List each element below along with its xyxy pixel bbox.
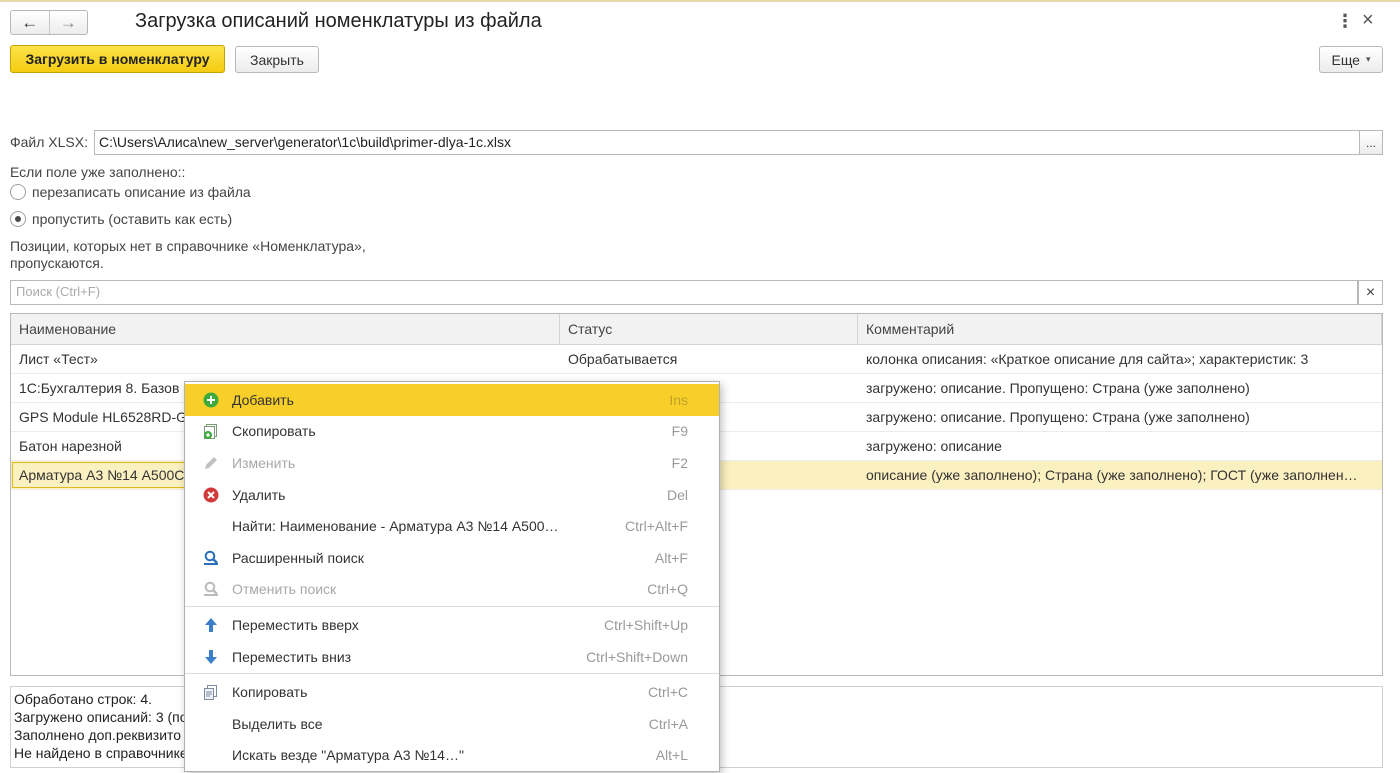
close-window-icon[interactable]: × [1362,9,1374,32]
menu-item-shortcut: F9 [671,423,688,440]
cell-comment: колонка описания: «Краткое описание для … [866,351,1309,367]
note-line-1: Позиции, которых нет в справочнике «Номе… [10,238,366,254]
search-icon [201,548,221,568]
table-row[interactable]: Лист «Тест» Обрабатывается колонка описа… [11,345,1382,374]
column-header-status[interactable]: Статус [560,314,858,344]
menu-item-label: Удалить [232,486,286,503]
menu-item-edit: Изменить F2 [185,447,719,479]
menu-item-add[interactable]: Добавить Ins [185,384,719,416]
column-header-comment[interactable]: Комментарий [858,314,1382,344]
clear-search-icon[interactable]: × [1358,280,1383,305]
chevron-down-icon: ▾ [1365,54,1371,64]
overwrite-question-label: Если поле уже заполнено:: [10,164,186,180]
arrow-up-icon [201,615,221,635]
copy-icon [201,682,221,702]
load-into-nomenclature-button[interactable]: Загрузить в номенклатуру [10,45,225,73]
note-line-2: пропускаются. [10,255,104,271]
menu-item-select-all[interactable]: Выделить все Ctrl+A [185,708,719,740]
file-label: Файл XLSX: [10,134,88,150]
menu-item-move-down[interactable]: Переместить вниз Ctrl+Shift+Down [185,641,719,673]
menu-item-move-up[interactable]: Переместить вверх Ctrl+Shift+Up [185,609,719,641]
menu-item-shortcut: Ctrl+Q [647,581,688,598]
column-header-name[interactable]: Наименование [11,314,560,344]
menu-item-shortcut: Ctrl+Shift+Up [603,616,688,633]
cell-comment: загружено: описание [866,438,1002,454]
pencil-icon [201,453,221,473]
navigation-buttons: ← → [10,10,88,35]
cell-comment: описание (уже заполнено); Страна (уже за… [866,467,1358,483]
menu-separator [185,673,719,675]
menu-item-shortcut: Ctrl+Shift+Down [586,648,688,665]
add-icon [201,390,221,410]
menu-item-advanced-search[interactable]: Расширенный поиск Alt+F [185,542,719,574]
file-select-button[interactable]: ... [1359,130,1383,155]
menu-item-label: Переместить вверх [232,616,359,633]
radio-skip-label: пропустить (оставить как есть) [32,211,233,227]
menu-item-cancel-search: Отменить поиск Ctrl+Q [185,574,719,606]
menu-item-copy[interactable]: Копировать Ctrl+C [185,676,719,708]
window-top-border [0,0,1400,2]
menu-item-delete[interactable]: Удалить Del [185,479,719,511]
menu-item-shortcut: Del [666,486,688,503]
close-button[interactable]: Закрыть [235,46,319,73]
menu-item-shortcut: F2 [671,454,688,471]
menu-item-shortcut: Ctrl+C [647,684,688,701]
cell-comment: загружено: описание. Пропущено: Страна (… [866,409,1250,425]
menu-item-copy-row[interactable]: Скопировать F9 [185,416,719,448]
menu-item-label: Расширенный поиск [232,549,364,566]
file-path-field[interactable]: C:\Users\Алиса\new_server\generator\1c\b… [94,130,1360,155]
menu-item-shortcut: Ctrl+A [648,715,688,732]
menu-item-shortcut: Ins [669,391,688,408]
forward-arrow-icon[interactable]: → [48,11,88,34]
radio-skip[interactable]: пропустить (оставить как есть) [10,211,232,227]
context-menu: Добавить Ins Скопировать F9 Изменить F2 … [184,381,720,772]
radio-overwrite[interactable]: перезаписать описание из файла [10,184,251,200]
menu-item-label: Добавить [232,391,294,408]
menu-item-label: Искать везде "Арматура А3 №14…" [232,747,464,764]
cell-name: Лист «Тест» [19,351,98,367]
radio-circle-icon [10,184,26,200]
radio-overwrite-label: перезаписать описание из файла [32,184,251,200]
menu-item-find-by-name[interactable]: Найти: Наименование - Арматура А3 №14 А5… [185,510,719,542]
cell-status: Обрабатывается [568,351,678,367]
cancel-search-icon [201,579,221,599]
menu-item-label: Переместить вниз [232,648,352,665]
menu-item-label: Найти: Наименование - Арматура А3 №14 А5… [232,518,559,535]
menu-item-shortcut: Alt+L [655,747,688,764]
radio-selected-icon [10,211,26,227]
menu-item-shortcut: Ctrl+Alt+F [624,518,688,535]
search-input[interactable]: Поиск (Ctrl+F) [10,280,1358,305]
more-actions-icon[interactable]: ⋮ [1336,11,1354,32]
delete-icon [201,485,221,505]
menu-item-label: Отменить поиск [232,581,337,598]
menu-item-label: Выделить все [232,715,323,732]
copy-add-icon [201,421,221,441]
more-button-label: Еще [1331,51,1360,68]
menu-separator [185,606,719,608]
more-menu-button[interactable]: Еще ▾ [1319,46,1383,73]
arrow-down-icon [201,647,221,667]
menu-item-label: Изменить [232,454,296,471]
table-header: Наименование Статус Комментарий [11,314,1382,345]
menu-item-label: Скопировать [232,423,316,440]
window-title: Загрузка описаний номенклатуры из файла [135,10,542,32]
menu-item-search-everywhere[interactable]: Искать везде "Арматура А3 №14…" Alt+L [185,740,719,772]
back-arrow-icon[interactable]: ← [11,11,49,34]
menu-item-label: Копировать [232,684,308,701]
menu-item-shortcut: Alt+F [654,549,688,566]
cell-comment: загружено: описание. Пропущено: Страна (… [866,380,1250,396]
